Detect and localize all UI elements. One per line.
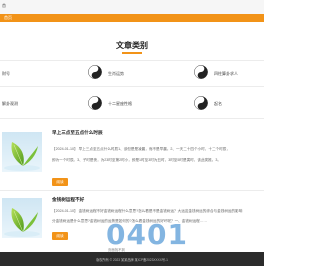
yin-yang-icon: [194, 65, 208, 79]
yin-yang-icon: [88, 96, 102, 110]
article-thumbnail[interactable]: [2, 198, 42, 238]
category-item[interactable]: 解卦观测: [2, 101, 18, 107]
category-item[interactable]: 生肖运势: [108, 71, 124, 77]
category-row-divider: [0, 118, 264, 119]
yin-yang-icon: [88, 65, 102, 79]
category-item[interactable]: 十二星座性格: [108, 101, 132, 107]
read-more-button[interactable]: 阅读: [52, 232, 68, 240]
site-footer: 版权所有 © 2023 某某品牌 某ICP备2023XXXX号-1: [0, 252, 264, 266]
category-row-divider: [0, 86, 264, 87]
section-title: 文章类别: [116, 41, 148, 50]
category-item[interactable]: 四柱算卦求人: [214, 71, 238, 77]
category-row-divider: [0, 60, 264, 61]
read-more-button[interactable]: 阅读: [52, 178, 68, 186]
main-nav: 首页: [0, 14, 264, 22]
yin-yang-icon: [194, 96, 208, 110]
article-divider: [0, 190, 264, 191]
category-item[interactable]: 起名: [214, 101, 222, 107]
site-brand[interactable]: 首: [2, 3, 6, 9]
article-title[interactable]: 早上三点至五点什么时辰: [52, 130, 103, 136]
article-thumbnail[interactable]: [2, 132, 42, 172]
title-underline: [122, 52, 142, 54]
top-bar: 首: [0, 0, 264, 14]
article-summary-line: 【2024-01-10】 金钱树运程不好金钱树运程什么意思?怎么看是不是金钱树运…: [52, 209, 243, 213]
article-title[interactable]: 金钱树运程不好: [52, 197, 84, 203]
article-summary-line: 【2024-01-10】 早上三点至五点什么时辰1、该但是是凌晨，而不是早晨。2…: [52, 147, 230, 151]
article-summary-line: 即为一个时辰。3、子时是夜，为23时至第2时小，即是1时至3时为丑时，3时至5时…: [52, 158, 221, 162]
nav-item-home[interactable]: 首页: [4, 15, 12, 21]
category-item[interactable]: 财号: [2, 71, 10, 77]
footer-copyright: 版权所有 © 2023 某某品牌 某ICP备2023XXXX号-1: [96, 258, 168, 262]
